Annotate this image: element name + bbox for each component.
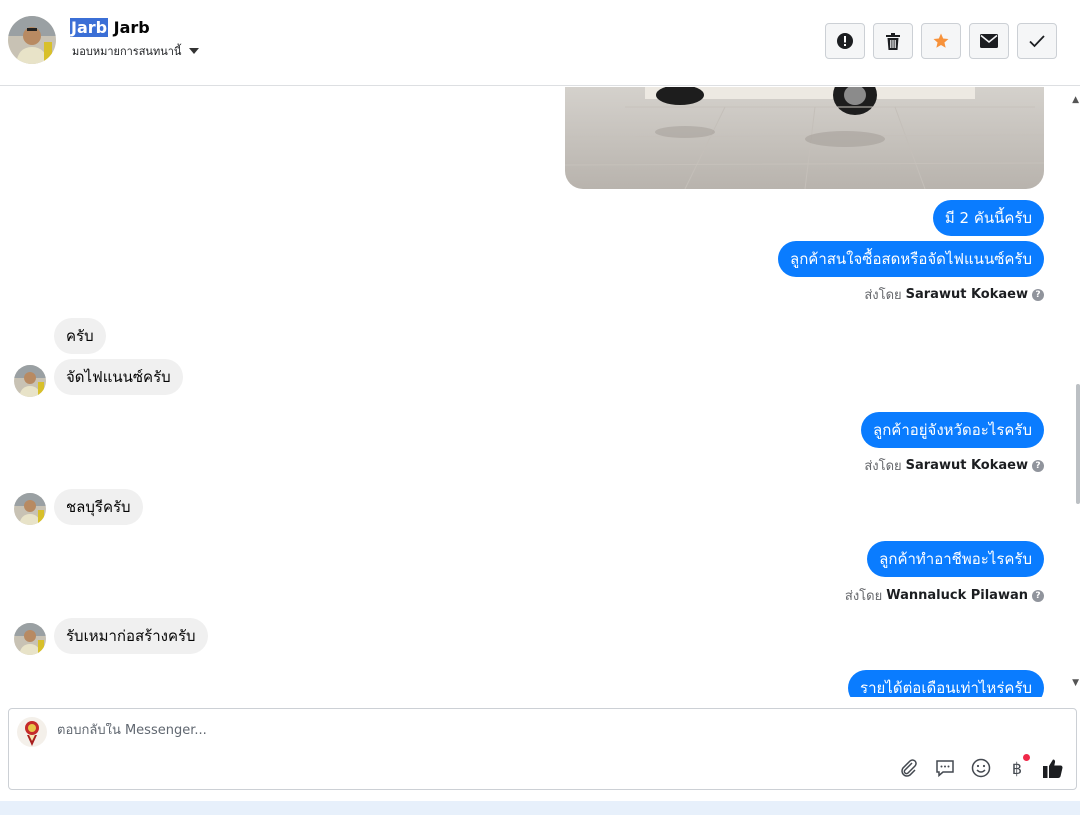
incoming-message[interactable]: ชลบุรีครับ xyxy=(54,489,143,525)
incoming-message[interactable]: ครับ xyxy=(54,318,106,354)
sent-by-name: Sarawut Kokaew xyxy=(905,287,1028,302)
saved-reply-icon xyxy=(936,760,954,778)
mark-unread-button[interactable] xyxy=(969,23,1009,59)
check-icon xyxy=(1029,35,1045,48)
attach-button[interactable] xyxy=(898,757,920,779)
reply-input[interactable] xyxy=(57,723,857,738)
mark-done-button[interactable] xyxy=(1017,23,1057,59)
sent-by-name: Sarawut Kokaew xyxy=(905,458,1028,473)
trash-icon xyxy=(886,32,900,50)
scroll-down-icon[interactable]: ▼ xyxy=(1072,678,1079,688)
sent-by-name: Wannaluck Pilawan xyxy=(886,588,1028,603)
message-thread[interactable]: มี 2 คันนี้ครับ ลูกค้าสนใจซื้อสดหรือจัดไ… xyxy=(0,87,1080,697)
notification-dot xyxy=(1023,754,1030,761)
incoming-message[interactable]: รับเหมาก่อสร้างครับ xyxy=(54,618,208,654)
sent-by-prefix: ส่งโดย xyxy=(864,459,902,474)
conversation-header: Jarb Jarb มอบหมายการสนทนานี้ xyxy=(0,0,1080,86)
help-icon[interactable]: ? xyxy=(1032,459,1044,472)
scroll-up-icon[interactable]: ▲ xyxy=(1072,95,1079,105)
page-avatar xyxy=(17,717,47,747)
contact-name-rest: Jarb xyxy=(108,18,150,37)
sent-by-label: ส่งโดย Sarawut Kokaew ? xyxy=(864,284,1044,305)
mail-icon xyxy=(980,34,998,48)
help-icon[interactable]: ? xyxy=(1032,288,1044,301)
incoming-message[interactable]: จัดไฟแนนซ์ครับ xyxy=(54,359,183,395)
scrollbar-thumb[interactable] xyxy=(1076,384,1080,504)
star-icon xyxy=(933,33,949,48)
outgoing-message[interactable]: ลูกค้าทำอาชีพอะไรครับ xyxy=(867,541,1044,577)
outgoing-message[interactable]: รายได้ต่อเดือนเท่าไหร่ครับ xyxy=(848,670,1044,697)
reply-composer: ฿ xyxy=(8,708,1077,790)
outgoing-message[interactable]: ลูกค้าอยู่จังหวัดอะไรครับ xyxy=(861,412,1044,448)
help-icon[interactable]: ? xyxy=(1032,589,1044,602)
sent-by-label: ส่งโดย Wannaluck Pilawan ? xyxy=(845,585,1044,606)
outgoing-message[interactable]: มี 2 คันนี้ครับ xyxy=(932,200,1044,236)
baht-icon: ฿ xyxy=(1011,758,1023,778)
contact-mini-avatar xyxy=(14,493,46,525)
sent-by-label: ส่งโดย Sarawut Kokaew ? xyxy=(864,455,1044,476)
footer-bar xyxy=(0,801,1080,815)
like-button[interactable] xyxy=(1042,757,1064,779)
emoji-button[interactable] xyxy=(970,757,992,779)
car-photo-attachment[interactable] xyxy=(565,87,1044,189)
payment-button[interactable]: ฿ xyxy=(1006,754,1030,779)
sent-by-prefix: ส่งโดย xyxy=(864,288,902,303)
star-button[interactable] xyxy=(921,23,961,59)
attach-icon xyxy=(901,759,917,777)
caret-down-icon xyxy=(189,48,200,54)
contact-mini-avatar xyxy=(14,365,46,397)
thread-scrollbar[interactable] xyxy=(1074,87,1080,697)
like-icon xyxy=(1043,759,1063,778)
alert-icon xyxy=(837,33,853,49)
emoji-icon xyxy=(971,758,991,778)
composer-tools: ฿ xyxy=(898,754,1064,779)
outgoing-message[interactable]: ลูกค้าสนใจซื้อสดหรือจัดไฟแนนซ์ครับ xyxy=(778,241,1044,277)
assign-label: มอบหมายการสนทนานี้ xyxy=(72,45,182,58)
delete-button[interactable] xyxy=(873,23,913,59)
contact-avatar[interactable] xyxy=(8,16,56,64)
saved-reply-button[interactable] xyxy=(934,757,956,779)
contact-mini-avatar xyxy=(14,623,46,655)
mark-spam-button[interactable] xyxy=(825,23,865,59)
assign-conversation-dropdown[interactable]: มอบหมายการสนทนานี้ xyxy=(72,42,200,60)
sent-by-prefix: ส่งโดย xyxy=(844,589,883,604)
conversation-toolbar xyxy=(825,23,1057,59)
contact-name[interactable]: Jarb Jarb xyxy=(70,18,150,37)
contact-name-highlight: Jarb xyxy=(70,18,109,37)
